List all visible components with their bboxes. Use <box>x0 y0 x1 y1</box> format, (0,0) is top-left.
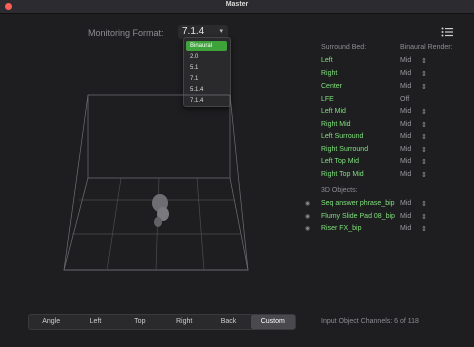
stepper-icon[interactable]: ⇕ <box>421 70 427 78</box>
bed-row-mode[interactable]: Mid <box>400 57 411 64</box>
bed-row-mode[interactable]: Mid <box>400 171 411 178</box>
view-angle-button[interactable]: Angle <box>29 315 73 329</box>
bed-row-label: Left <box>321 57 333 64</box>
bed-row-mode[interactable]: Mid <box>400 83 411 90</box>
stepper-icon[interactable]: ⇕ <box>421 83 427 91</box>
bed-row-mode: Off <box>400 96 410 103</box>
list-icon[interactable] <box>441 27 453 37</box>
object-row-mode[interactable]: Mid <box>400 225 411 232</box>
binaural-render-header: Binaural Render: <box>400 44 453 51</box>
view-back-button[interactable]: Back <box>206 315 250 329</box>
bed-row-label: LFE <box>321 96 334 103</box>
object-icon: ◉ <box>305 226 311 232</box>
bed-row-mode[interactable]: Mid <box>400 108 411 115</box>
stepper-icon[interactable]: ⇕ <box>421 158 427 166</box>
surround-bed-header: Surround Bed: <box>321 44 367 51</box>
view-top-button[interactable]: Top <box>118 315 162 329</box>
bed-row-label: Right Top Mid <box>321 171 364 178</box>
stepper-icon[interactable]: ⇕ <box>421 146 427 154</box>
bed-row-mode[interactable]: Mid <box>400 158 411 165</box>
stepper-icon[interactable]: ⇕ <box>421 200 427 208</box>
view-selector: Angle Left Top Right Back Custom <box>28 314 296 330</box>
bed-row-label: Center <box>321 83 343 90</box>
bed-row-mode[interactable]: Mid <box>400 121 411 128</box>
view-right-button[interactable]: Right <box>162 315 206 329</box>
bed-row-label: Left Mid <box>321 108 346 115</box>
stepper-icon[interactable]: ⇕ <box>421 133 427 141</box>
room-wireframe <box>63 94 249 271</box>
stepper-icon[interactable]: ⇕ <box>421 213 427 221</box>
stepper-icon[interactable]: ⇕ <box>421 171 427 179</box>
3d-room-view[interactable] <box>0 0 300 300</box>
object-row-label: Seq answer phrase_bip <box>321 200 395 207</box>
object-row-label: Flumy Slide Pad 08_bip <box>321 213 395 220</box>
stepper-icon[interactable]: ⇕ <box>421 225 427 233</box>
object-blobs <box>152 194 169 227</box>
stepper-icon[interactable]: ⇕ <box>421 108 427 116</box>
bed-row-label: Left Surround <box>321 133 364 140</box>
view-custom-button[interactable]: Custom <box>250 315 295 329</box>
bed-row-mode[interactable]: Mid <box>400 133 411 140</box>
object-row-mode[interactable]: Mid <box>400 213 411 220</box>
bed-row-label: Right <box>321 70 338 77</box>
bed-row-label: Right Surround <box>321 146 369 153</box>
object-icon: ◉ <box>305 201 311 207</box>
bed-row-mode[interactable]: Mid <box>400 70 411 77</box>
stepper-icon[interactable]: ⇕ <box>421 121 427 129</box>
view-left-button[interactable]: Left <box>73 315 117 329</box>
bed-row-label: Left Top Mid <box>321 158 360 165</box>
bed-row-label: Right Mid <box>321 121 351 128</box>
object-icon: ◉ <box>305 214 311 220</box>
object-row-mode[interactable]: Mid <box>400 200 411 207</box>
object-row-label: Riser FX_bip <box>321 225 362 232</box>
stepper-icon[interactable]: ⇕ <box>421 57 427 65</box>
input-object-channels: Input Object Channels: 6 of 118 <box>321 318 419 325</box>
bed-row-mode[interactable]: Mid <box>400 146 411 153</box>
3d-objects-header: 3D Objects: <box>321 187 358 194</box>
